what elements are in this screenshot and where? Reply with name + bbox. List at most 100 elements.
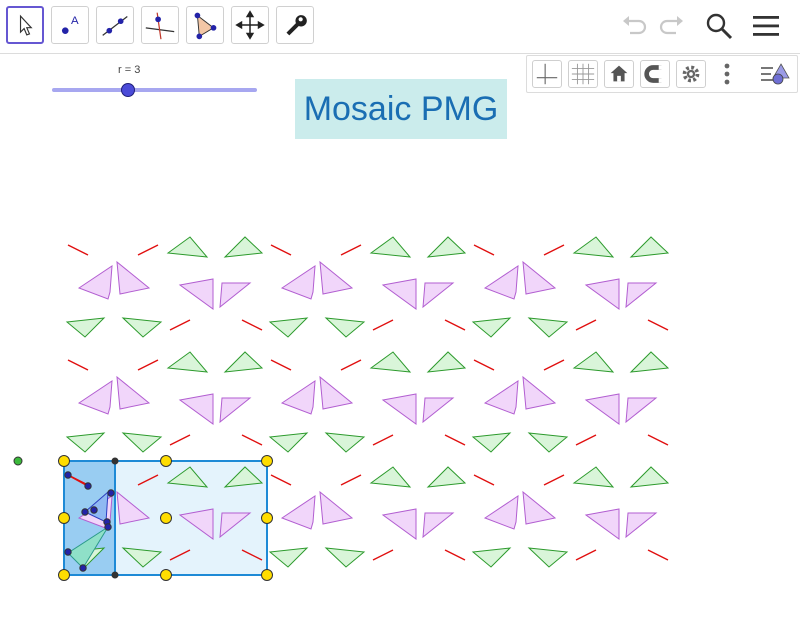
green-triangle (527, 317, 569, 338)
green-triangle (223, 351, 264, 373)
purple-kite (178, 278, 214, 310)
red-segment (169, 434, 191, 446)
purple-kite (116, 375, 151, 410)
purple-kite (625, 397, 658, 424)
green-triangle (426, 466, 467, 488)
green-triangle (268, 432, 309, 453)
purple-kite (319, 260, 354, 295)
purple-kite (522, 490, 557, 525)
red-segment (647, 434, 669, 446)
purple-kite (625, 512, 658, 539)
purple-kite (319, 375, 354, 410)
purple-kite (522, 375, 557, 410)
green-triangle (369, 466, 412, 488)
green-triangle (471, 547, 512, 568)
red-segment (340, 244, 362, 256)
green-triangle (268, 547, 309, 568)
construction-point[interactable] (84, 482, 92, 490)
green-triangle (166, 351, 209, 373)
construction-point[interactable] (90, 506, 98, 514)
handle-point[interactable] (160, 569, 172, 581)
purple-kite (77, 380, 113, 415)
free-point[interactable] (13, 456, 23, 466)
handle-point[interactable] (58, 455, 70, 467)
construction-point[interactable] (107, 489, 115, 497)
green-triangle (268, 317, 309, 338)
graphics-view[interactable] (0, 0, 800, 619)
purple-kite (422, 512, 455, 539)
purple-kite (483, 265, 519, 300)
green-triangle (629, 466, 670, 488)
red-segment (372, 319, 394, 331)
construction-point[interactable] (64, 548, 72, 556)
purple-kite (422, 282, 455, 309)
purple-kite (584, 278, 620, 310)
red-segment (543, 359, 565, 371)
red-segment (575, 549, 597, 561)
red-segment (543, 474, 565, 486)
construction-point[interactable] (104, 523, 112, 531)
green-triangle (572, 351, 615, 373)
red-segment (444, 319, 466, 331)
green-triangle (426, 236, 467, 258)
red-segment (444, 549, 466, 561)
red-segment (270, 359, 292, 371)
construction-point[interactable] (81, 508, 89, 516)
red-segment (67, 359, 89, 371)
green-triangle (65, 432, 106, 453)
purple-kite (116, 260, 151, 295)
purple-kite (280, 495, 316, 530)
red-segment (372, 549, 394, 561)
purple-kite (219, 282, 252, 309)
handle-point[interactable] (58, 512, 70, 524)
purple-kite (483, 380, 519, 415)
green-triangle (324, 432, 366, 453)
green-triangle (223, 236, 264, 258)
handle-point[interactable] (58, 569, 70, 581)
purple-kite (381, 278, 417, 310)
purple-kite (483, 495, 519, 530)
red-segment (575, 434, 597, 446)
handle-point[interactable] (160, 455, 172, 467)
green-triangle (426, 351, 467, 373)
corner-point[interactable] (111, 571, 119, 579)
green-triangle (324, 547, 366, 568)
red-segment (473, 474, 495, 486)
green-triangle (572, 466, 615, 488)
red-segment (647, 319, 669, 331)
purple-kite (422, 397, 455, 424)
red-segment (241, 434, 263, 446)
purple-kite (77, 265, 113, 300)
construction-point[interactable] (64, 471, 72, 479)
corner-point[interactable] (111, 457, 119, 465)
construction-point[interactable] (79, 564, 87, 572)
green-triangle (369, 236, 412, 258)
red-segment (67, 244, 89, 256)
red-segment (543, 244, 565, 256)
purple-kite (280, 265, 316, 300)
red-segment (137, 244, 159, 256)
red-segment (169, 319, 191, 331)
green-triangle (527, 547, 569, 568)
red-segment (372, 434, 394, 446)
purple-kite (381, 393, 417, 425)
green-triangle (471, 432, 512, 453)
purple-kite (280, 380, 316, 415)
green-triangle (166, 236, 209, 258)
red-segment (340, 359, 362, 371)
green-triangle (527, 432, 569, 453)
purple-kite (625, 282, 658, 309)
green-triangle (471, 317, 512, 338)
handle-point[interactable] (261, 455, 273, 467)
green-triangle (121, 317, 163, 338)
handle-point[interactable] (261, 512, 273, 524)
purple-kite (584, 393, 620, 425)
red-segment (137, 359, 159, 371)
purple-kite (381, 508, 417, 540)
handle-point[interactable] (160, 512, 172, 524)
red-segment (473, 244, 495, 256)
handle-point[interactable] (261, 569, 273, 581)
green-triangle (629, 236, 670, 258)
red-segment (473, 359, 495, 371)
red-segment (340, 474, 362, 486)
